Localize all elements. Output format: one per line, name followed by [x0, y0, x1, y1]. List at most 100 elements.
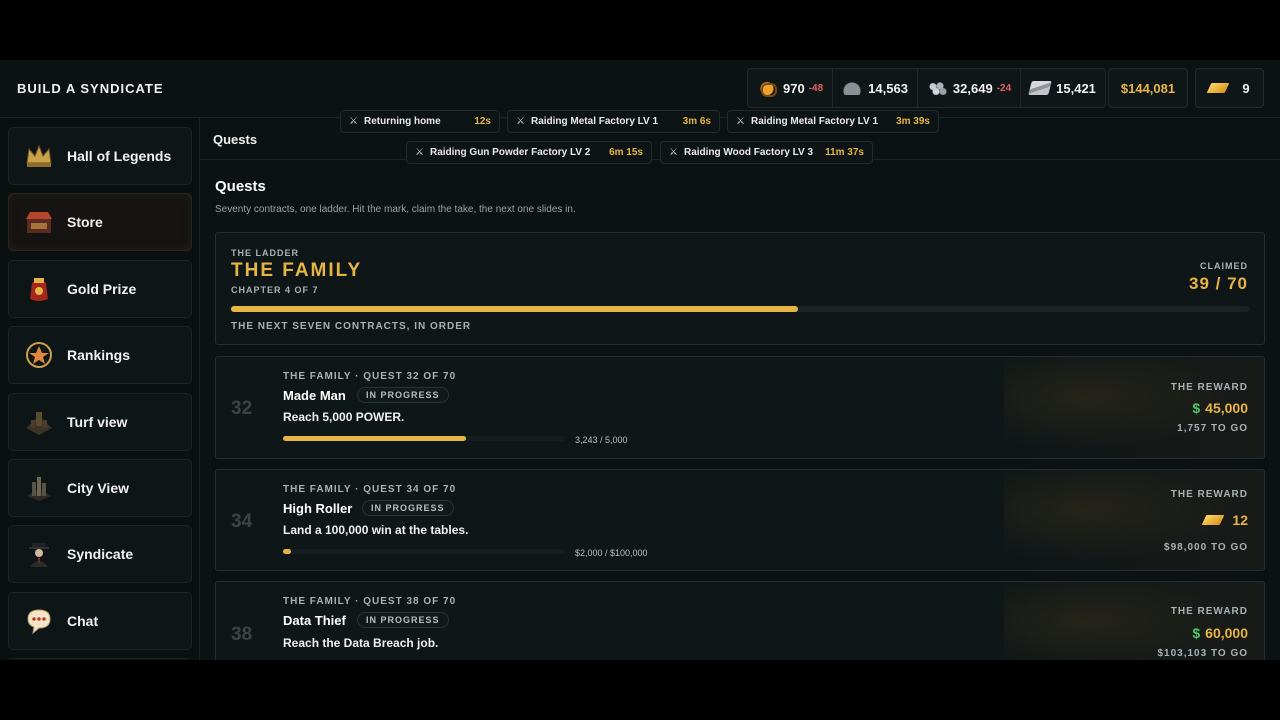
sidebar-item-syndicate[interactable]: Syndicate	[8, 525, 192, 583]
store-icon	[23, 206, 55, 238]
activity-label: Raiding Metal Factory LV 1	[750, 116, 879, 127]
reward-to-go: $98,000 TO GO	[1164, 542, 1248, 553]
quest-name: Data Thief	[283, 613, 346, 628]
status-badge: IN PROGRESS	[357, 612, 449, 628]
main-content: Quests ⚔ Returning home 12s ⚔ Raiding Me…	[200, 110, 1280, 660]
activity-pill[interactable]: ⚔ Raiding Wood Factory LV 3 11m 37s	[660, 141, 873, 164]
status-badge: IN PROGRESS	[357, 387, 449, 403]
metal-icon	[926, 81, 947, 95]
activity-label: Raiding Wood Factory LV 3	[683, 147, 814, 158]
sidebar-item-turf-view[interactable]: Turf view	[8, 393, 192, 451]
activity-timer: 3m 39s	[896, 116, 930, 127]
gold-value: 9	[1242, 80, 1250, 96]
sidebar-item-city-view[interactable]: City View	[8, 459, 192, 517]
quest-description: Land a 100,000 win at the tables.	[283, 523, 469, 537]
activity-label: Returning home	[363, 116, 441, 127]
activity-timer: 12s	[474, 116, 491, 127]
crossed-swords-icon: ⚔	[516, 116, 525, 127]
sidebar: Hall of Legends Store Gold Prize Ranking…	[0, 118, 200, 660]
quest-card[interactable]: 38 THE FAMILY · QUEST 38 OF 70 Data Thie…	[215, 581, 1265, 660]
reward-to-go: $103,103 TO GO	[1157, 648, 1248, 659]
quest-number: 38	[231, 624, 253, 645]
activity-pill[interactable]: ⚔ Raiding Gun Powder Factory LV 2 6m 15s	[406, 141, 652, 164]
sidebar-item-label: Chat	[67, 613, 99, 629]
reward-label: THE REWARD	[1170, 489, 1248, 500]
quest-number: 32	[231, 398, 253, 419]
quest-progress-bar	[283, 436, 565, 441]
turf-icon	[23, 406, 55, 438]
gold-prize-icon	[23, 273, 55, 305]
quest-progress-fill	[283, 549, 292, 554]
reward-amount: 60,000	[1205, 625, 1248, 641]
reward-value: 12	[1202, 512, 1248, 528]
ladder-next-label: THE NEXT SEVEN CONTRACTS, IN ORDER	[231, 321, 472, 332]
ladder-kicker: THE LADDER	[231, 248, 299, 258]
crown-icon	[23, 140, 55, 172]
reward-label: THE REWARD	[1170, 606, 1248, 617]
quest-description: Reach 5,000 POWER.	[283, 410, 405, 424]
resource-value: 15,421	[1056, 80, 1096, 96]
syndicate-icon	[23, 538, 55, 570]
quest-name: High Roller	[283, 501, 353, 516]
activity-timer: 6m 15s	[609, 147, 643, 158]
activity-pill[interactable]: ⚔ Raiding Metal Factory LV 1 3m 39s	[727, 110, 939, 133]
chat-icon	[23, 605, 55, 637]
quest-kicker: THE FAMILY · QUEST 34 OF 70	[283, 484, 457, 495]
activity-timer: 11m 37s	[825, 147, 864, 158]
resource-metal[interactable]: 32,649 -24	[918, 69, 1022, 107]
activity-label: Raiding Metal Factory LV 1	[530, 116, 659, 127]
sidebar-item-rankings[interactable]: Rankings	[8, 326, 192, 384]
quest-progress-fill	[283, 436, 467, 441]
sidebar-item-label: Hall of Legends	[67, 148, 172, 164]
crossed-swords-icon: ⚔	[415, 147, 424, 158]
crossed-swords-icon: ⚔	[349, 116, 358, 127]
claimed-count: 39 / 70	[1189, 274, 1248, 293]
gold-balance[interactable]: 9	[1195, 68, 1264, 108]
reward-value: $ 45,000	[1192, 400, 1248, 416]
quest-number: 34	[231, 511, 253, 532]
quest-kicker: THE FAMILY · QUEST 38 OF 70	[283, 596, 457, 607]
quest-card[interactable]: 34 THE FAMILY · QUEST 34 OF 70 High Roll…	[215, 469, 1265, 571]
reward-to-go: 1,757 TO GO	[1177, 423, 1248, 434]
quest-card[interactable]: 32 THE FAMILY · QUEST 32 OF 70 Made Man …	[215, 356, 1265, 459]
resource-food[interactable]: 970 -48	[748, 69, 834, 107]
sidebar-item-label: Store	[67, 214, 103, 230]
claimed-label: CLAIMED	[1200, 261, 1248, 271]
sidebar-item-label: City View	[67, 480, 129, 496]
quest-progress-text: $2,000 / $100,000	[575, 548, 648, 558]
ladder-name: THE FAMILY	[231, 260, 363, 281]
sidebar-item-label: Gold Prize	[67, 281, 137, 297]
reward-label: THE REWARD	[1170, 382, 1248, 393]
gold-bar-icon	[1202, 515, 1225, 525]
breadcrumb-current: Quests	[213, 132, 258, 147]
rankings-icon	[23, 339, 55, 371]
sidebar-item-store[interactable]: Store	[8, 193, 192, 251]
cash-balance[interactable]: $144,081	[1108, 68, 1188, 108]
activity-pill[interactable]: ⚔ Raiding Metal Factory LV 1 3m 6s	[507, 110, 720, 133]
crossed-swords-icon: ⚔	[736, 116, 745, 127]
sidebar-item-gold-prize[interactable]: Gold Prize	[8, 260, 192, 318]
game-screen: BUILD A SYNDICATE 970 -48 14,563 32,649 …	[0, 60, 1280, 660]
reward-amount: 45,000	[1205, 400, 1248, 416]
quest-name: Made Man	[283, 388, 346, 403]
resource-delta: -24	[996, 82, 1012, 94]
quest-progress-bar	[283, 549, 565, 554]
resource-stone[interactable]: 14,563	[833, 69, 918, 107]
quest-kicker: THE FAMILY · QUEST 32 OF 70	[283, 371, 457, 382]
page-subtitle: Seventy contracts, one ladder. Hit the m…	[215, 204, 576, 215]
sidebar-item-label: Rankings	[67, 347, 131, 363]
activity-pill[interactable]: ⚔ Returning home 12s	[340, 110, 500, 133]
page-title: Quests	[215, 178, 266, 195]
resource-value: 14,563	[868, 80, 908, 96]
ladder-card: THE LADDER THE FAMILY CHAPTER 4 OF 7 CLA…	[215, 232, 1265, 345]
resource-bar: 970 -48 14,563 32,649 -24 15,421	[747, 68, 1106, 108]
sidebar-item-chat[interactable]: Chat	[8, 592, 192, 650]
sidebar-item-hall-of-legends[interactable]: Hall of Legends	[8, 127, 192, 185]
ladder-chapter: CHAPTER 4 OF 7	[231, 285, 319, 295]
resource-steel[interactable]: 15,421	[1021, 69, 1105, 107]
sidebar-item-more[interactable]	[8, 658, 192, 660]
resource-value: 32,649	[952, 80, 993, 96]
quest-progress-text: 3,243 / 5,000	[575, 435, 628, 445]
resource-delta: -48	[808, 82, 824, 94]
city-icon	[23, 472, 55, 504]
